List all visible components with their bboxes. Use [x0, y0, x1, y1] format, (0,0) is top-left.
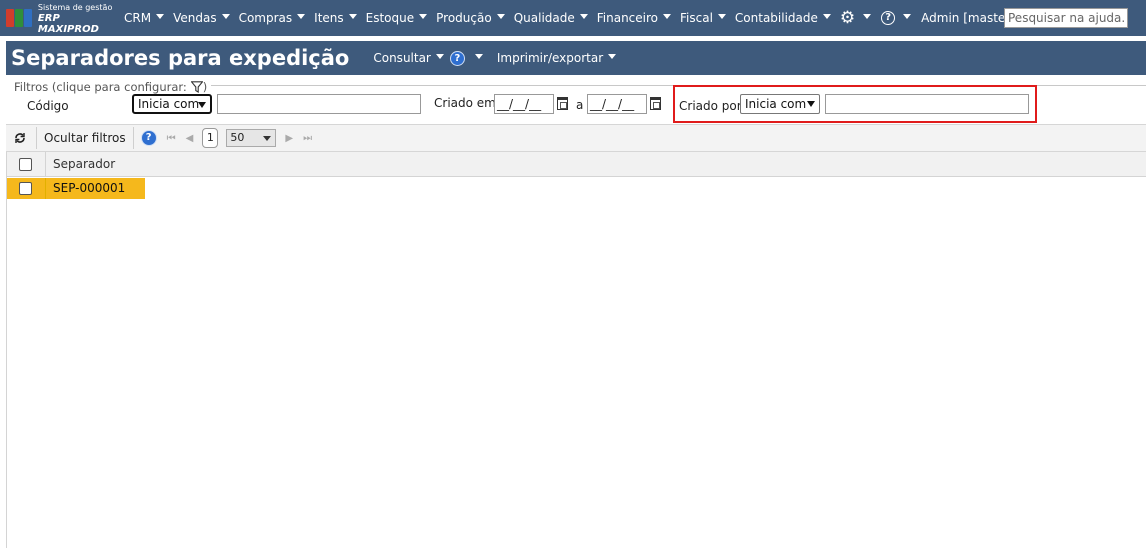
select-all-cell — [6, 151, 46, 177]
page-number-input[interactable]: 1 — [202, 128, 219, 148]
chevron-down-icon — [419, 14, 428, 19]
refresh-button[interactable] — [6, 125, 34, 151]
help-menu[interactable]: ? — [881, 11, 912, 25]
chevron-down-icon — [663, 14, 672, 19]
chevron-down-icon — [863, 14, 872, 19]
chevron-down-icon — [807, 101, 815, 107]
calendar-icon[interactable] — [650, 97, 661, 110]
codigo-label: Código — [27, 99, 69, 113]
menu-estoque[interactable]: Estoque — [366, 11, 428, 25]
grid-toolbar: Ocultar filtros ? ⏮ ◀ 1 50 ▶ ⏭ — [6, 124, 1146, 152]
chevron-down-icon — [297, 14, 306, 19]
question-circle-icon: ? — [881, 11, 896, 25]
menu-itens[interactable]: Itens — [314, 11, 357, 25]
last-page-icon[interactable]: ⏭ — [303, 133, 312, 144]
logo-subtitle: Sistema de gestão — [37, 2, 113, 12]
date-from-input[interactable]: __/__/__ — [494, 94, 554, 114]
row-checkbox[interactable] — [19, 182, 32, 195]
criado-por-input[interactable] — [825, 94, 1029, 114]
help-icon: ? — [449, 50, 465, 66]
date-to-input[interactable]: __/__/__ — [587, 94, 647, 114]
filters-legend[interactable]: Filtros (clique para configurar: ) — [10, 80, 212, 94]
menu-compras[interactable]: Compras — [239, 11, 306, 25]
chevron-down-icon — [822, 14, 831, 19]
print-export-menu[interactable]: Imprimir/exportar — [497, 51, 617, 65]
chevron-down-icon — [198, 102, 206, 108]
column-header-separador[interactable]: Separador — [46, 157, 115, 171]
chevron-down-icon — [579, 14, 588, 19]
chevron-down-icon — [608, 54, 617, 59]
page-help-menu[interactable]: ? — [449, 50, 483, 66]
first-page-icon[interactable]: ⏮ — [167, 133, 176, 144]
page-title: Separadores para expedição — [11, 46, 350, 70]
top-navigation-bar: Sistema de gestão ERP MAXIPROD CRM Venda… — [0, 0, 1146, 36]
funnel-icon — [190, 81, 203, 93]
criado-em-label: Criado em — [434, 96, 496, 110]
chevron-down-icon — [348, 14, 357, 19]
calendar-icon[interactable] — [557, 97, 568, 110]
grid-help-button[interactable]: ? — [136, 125, 162, 151]
menu-contabilidade[interactable]: Contabilidade — [735, 11, 831, 25]
gear-icon: ⚙ — [839, 7, 856, 28]
chevron-down-icon — [435, 54, 444, 59]
menu-producao[interactable]: Produção — [436, 11, 505, 25]
logo-title: ERP MAXIPROD — [37, 12, 99, 35]
criado-por-label: Criado por — [679, 99, 742, 113]
separador-cell[interactable]: SEP-000001 — [46, 178, 145, 199]
prev-page-icon[interactable]: ◀ — [186, 133, 194, 144]
menu-fiscal[interactable]: Fiscal — [680, 11, 726, 25]
main-menu: CRM Vendas Compras Itens Estoque Produçã… — [124, 0, 1037, 36]
menu-financeiro[interactable]: Financeiro — [597, 11, 672, 25]
refresh-icon — [15, 133, 25, 143]
chevron-down-icon — [496, 14, 505, 19]
grid-left-border — [6, 152, 7, 548]
app-logo[interactable]: Sistema de gestão ERP MAXIPROD — [6, 2, 124, 35]
page-title-bar: Separadores para expedição Consultar ? I… — [6, 41, 1146, 75]
criado-por-mode-select[interactable]: Inicia com — [740, 94, 820, 114]
menu-qualidade[interactable]: Qualidade — [514, 11, 588, 25]
consult-menu[interactable]: Consultar — [373, 51, 444, 65]
settings-menu[interactable]: ⚙ — [839, 7, 872, 28]
chevron-down-icon — [156, 14, 165, 19]
toolbar-divider — [132, 127, 134, 149]
menu-crm[interactable]: CRM — [124, 11, 165, 25]
codigo-input[interactable] — [217, 94, 421, 114]
toolbar-divider — [36, 127, 37, 149]
chevron-down-icon — [903, 14, 912, 19]
chevron-down-icon — [263, 136, 272, 141]
row-select-cell — [6, 178, 46, 199]
codigo-mode-select[interactable]: Inicia com — [132, 94, 212, 114]
help-icon: ? — [140, 130, 157, 146]
page-size-select[interactable]: 50 — [226, 129, 277, 147]
logo-mark-icon — [6, 6, 34, 30]
hide-filters-button[interactable]: Ocultar filtros — [39, 125, 131, 151]
next-page-icon[interactable]: ▶ — [285, 133, 293, 144]
grid-header: Separador — [6, 151, 1146, 177]
help-search-input[interactable] — [1004, 8, 1128, 28]
chevron-down-icon — [474, 54, 483, 59]
table-row[interactable]: SEP-000001 — [6, 178, 145, 199]
select-all-checkbox[interactable] — [19, 157, 32, 171]
menu-vendas[interactable]: Vendas — [173, 11, 230, 25]
chevron-down-icon — [221, 14, 230, 19]
date-range-separator: a — [576, 98, 584, 112]
chevron-down-icon — [717, 14, 726, 19]
